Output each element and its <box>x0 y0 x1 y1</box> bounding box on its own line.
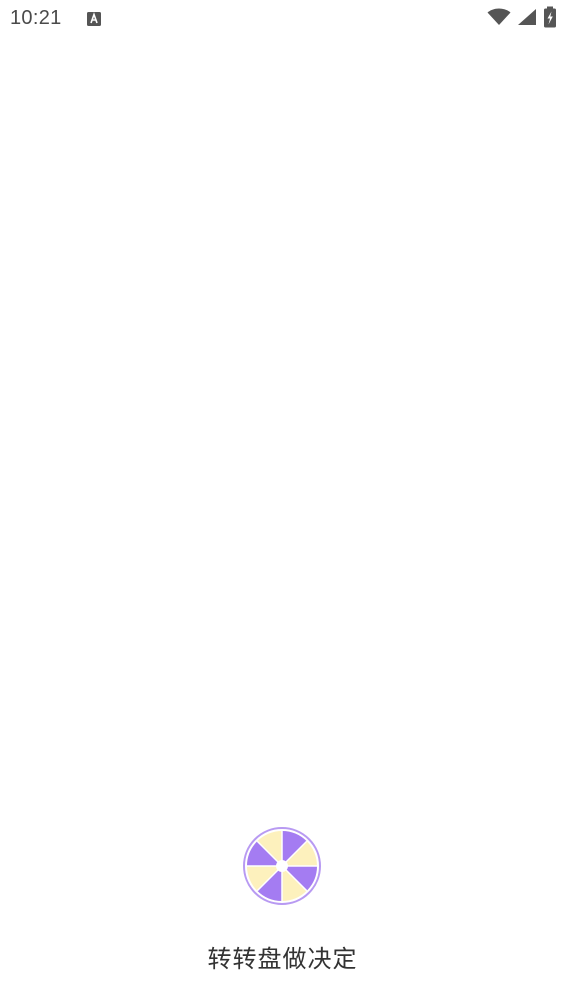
app-title: 转转盘做决定 <box>207 945 358 973</box>
battery-charging-icon <box>543 6 557 32</box>
status-time: 10:21 <box>10 7 62 29</box>
splash-screen: 10:21 转转盘做决定 <box>0 0 565 1004</box>
wifi-icon <box>487 8 511 30</box>
font-download-icon <box>86 11 102 27</box>
spin-wheel-icon <box>242 826 322 906</box>
status-icons <box>487 6 557 32</box>
status-bar: 10:21 <box>0 0 565 40</box>
cellular-signal-icon <box>517 8 537 30</box>
